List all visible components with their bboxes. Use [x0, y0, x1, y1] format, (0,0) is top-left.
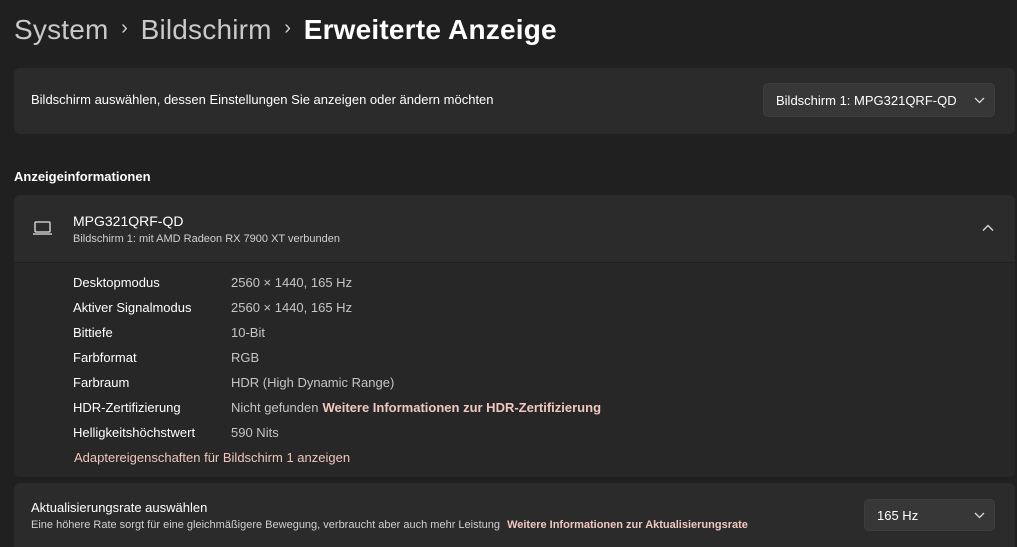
- breadcrumb-bildschirm[interactable]: Bildschirm: [141, 14, 272, 46]
- monitor-select-card: Bildschirm auswählen, dessen Einstellung…: [14, 68, 1015, 134]
- prop-value: 590 Nits: [231, 424, 279, 440]
- refresh-rate-value: 165 Hz: [877, 507, 919, 523]
- display-info-body: Desktopmodus 2560 × 1440, 165 Hz Aktiver…: [14, 263, 1015, 477]
- prop-row-hdr-zertifizierung: HDR-Zertifizierung Nicht gefunden Weiter…: [73, 397, 601, 417]
- refresh-rate-title: Aktualisierungsrate auswählen: [31, 500, 208, 515]
- prop-value: 10-Bit: [231, 324, 265, 340]
- prop-label: Desktopmodus: [73, 274, 160, 290]
- refresh-rate-info-link[interactable]: Weitere Informationen zur Aktualisierung…: [507, 519, 748, 531]
- breadcrumb: System › Bildschirm › Erweiterte Anzeige: [14, 10, 557, 50]
- prop-row-bittiefe: Bittiefe 10-Bit: [73, 322, 265, 342]
- monitor-select-value: Bildschirm 1: MPG321QRF-QD: [776, 92, 957, 108]
- hdr-certification-link[interactable]: Weitere Informationen zur HDR-Zertifizie…: [322, 400, 601, 415]
- chevron-down-icon: [964, 97, 994, 104]
- chevron-up-icon[interactable]: [975, 215, 1001, 241]
- section-title-display-info: Anzeigeinformationen: [14, 169, 151, 184]
- refresh-rate-card: Aktualisierungsrate auswählen Eine höher…: [14, 483, 1015, 547]
- page-title: Erweiterte Anzeige: [303, 14, 557, 45]
- prop-label: Farbformat: [73, 349, 137, 365]
- adapter-properties-link[interactable]: Adaptereigenschaften für Bildschirm 1 an…: [74, 450, 350, 465]
- prop-value: RGB: [231, 349, 260, 365]
- monitor-name: MPG321QRF-QD: [73, 213, 184, 229]
- prop-label: Aktiver Signalmodus: [73, 299, 192, 315]
- refresh-rate-description-text: Eine höhere Rate sorgt für eine gleichmä…: [31, 519, 500, 531]
- breadcrumb-system[interactable]: System: [14, 14, 109, 46]
- prop-label: HDR-Zertifizierung: [73, 399, 181, 415]
- prop-row-farbraum: Farbraum HDR (High Dynamic Range): [73, 372, 394, 392]
- prop-value: 2560 × 1440, 165 Hz: [231, 299, 353, 315]
- prop-label: Farbraum: [73, 374, 130, 390]
- laptop-icon: [32, 219, 54, 237]
- prop-value: 2560 × 1440, 165 Hz: [231, 274, 353, 290]
- prop-value: HDR (High Dynamic Range): [231, 374, 395, 390]
- chevron-down-icon: [964, 512, 994, 519]
- prop-row-helligkeitshoechstwert: Helligkeitshöchstwert 590 Nits: [73, 422, 279, 442]
- prop-row-farbformat: Farbformat RGB: [73, 347, 259, 367]
- prop-row-desktopmodus: Desktopmodus 2560 × 1440, 165 Hz: [73, 272, 352, 292]
- chevron-right-icon: ›: [121, 16, 128, 39]
- monitor-subtitle: Bildschirm 1: mit AMD Radeon RX 7900 XT …: [73, 233, 340, 245]
- chevron-right-icon: ›: [284, 16, 292, 39]
- prop-label: Bittiefe: [73, 324, 113, 340]
- monitor-select-dropdown[interactable]: Bildschirm 1: MPG321QRF-QD: [763, 83, 995, 117]
- refresh-rate-description: Eine höhere Rate sorgt für eine gleichmä…: [31, 519, 748, 531]
- refresh-rate-dropdown[interactable]: 165 Hz: [864, 499, 995, 531]
- prop-row-aktiver-signalmodus: Aktiver Signalmodus 2560 × 1440, 165 Hz: [73, 297, 352, 317]
- prop-value: Nicht gefunden: [231, 399, 319, 415]
- monitor-select-label: Bildschirm auswählen, dessen Einstellung…: [31, 92, 494, 107]
- display-info-header[interactable]: MPG321QRF-QD Bildschirm 1: mit AMD Radeo…: [14, 195, 1015, 262]
- prop-label: Helligkeitshöchstwert: [73, 424, 196, 440]
